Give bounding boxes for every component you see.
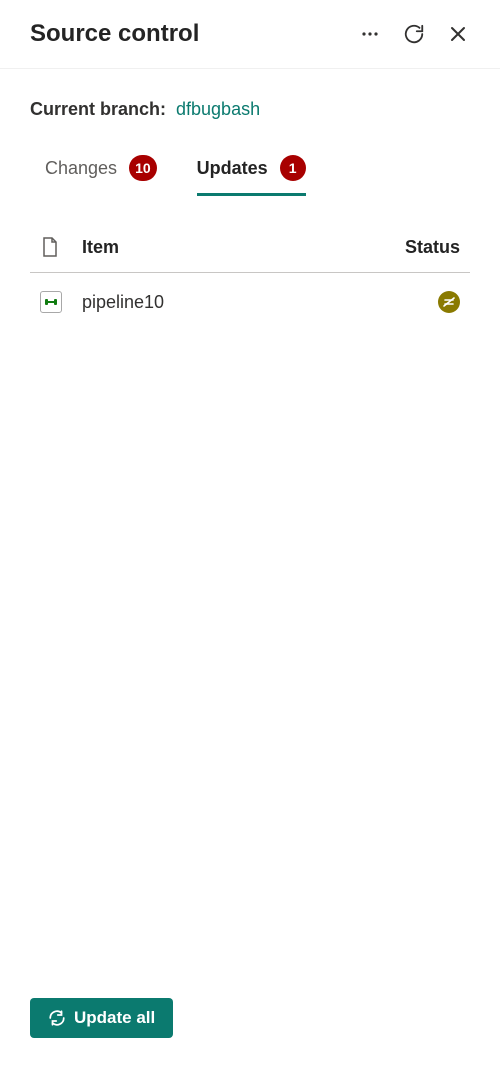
item-name: pipeline10 — [70, 292, 390, 313]
current-branch-name[interactable]: dfbugbash — [176, 99, 260, 120]
table-row[interactable]: pipeline10 — [30, 273, 470, 331]
close-icon — [448, 24, 468, 44]
more-horizontal-icon — [360, 24, 380, 44]
tab-changes-badge: 10 — [129, 155, 157, 181]
tabs: Changes 10 Updates 1 — [30, 155, 470, 196]
current-branch-label: Current branch: — [30, 99, 166, 120]
more-options-button[interactable] — [358, 22, 382, 46]
column-status-header: Status — [390, 237, 460, 258]
column-icon — [40, 236, 70, 258]
table-header: Item Status — [30, 226, 470, 273]
update-all-label: Update all — [74, 1008, 155, 1028]
close-button[interactable] — [446, 22, 470, 46]
pipeline-icon — [40, 291, 62, 313]
panel-header: Source control — [0, 0, 500, 69]
tab-changes[interactable]: Changes 10 — [45, 155, 157, 196]
file-icon — [40, 236, 60, 258]
tab-updates[interactable]: Updates 1 — [197, 155, 306, 196]
item-type-icon-cell — [40, 291, 70, 313]
refresh-icon — [403, 23, 425, 45]
update-all-button[interactable]: Update all — [30, 998, 173, 1038]
item-status-cell — [390, 291, 460, 313]
column-item-header: Item — [70, 237, 390, 258]
tab-updates-label: Updates — [197, 158, 268, 179]
sync-icon — [48, 1009, 66, 1027]
current-branch-row: Current branch: dfbugbash — [30, 99, 470, 120]
panel-title: Source control — [30, 20, 199, 48]
panel-content: Current branch: dfbugbash Changes 10 Upd… — [0, 69, 500, 978]
panel-footer: Update all — [0, 978, 500, 1068]
refresh-button[interactable] — [402, 22, 426, 46]
tab-changes-label: Changes — [45, 158, 117, 179]
status-incoming-icon — [438, 291, 460, 313]
tab-updates-badge: 1 — [280, 155, 306, 181]
table-body: pipeline10 — [30, 273, 470, 978]
header-actions — [358, 22, 470, 46]
